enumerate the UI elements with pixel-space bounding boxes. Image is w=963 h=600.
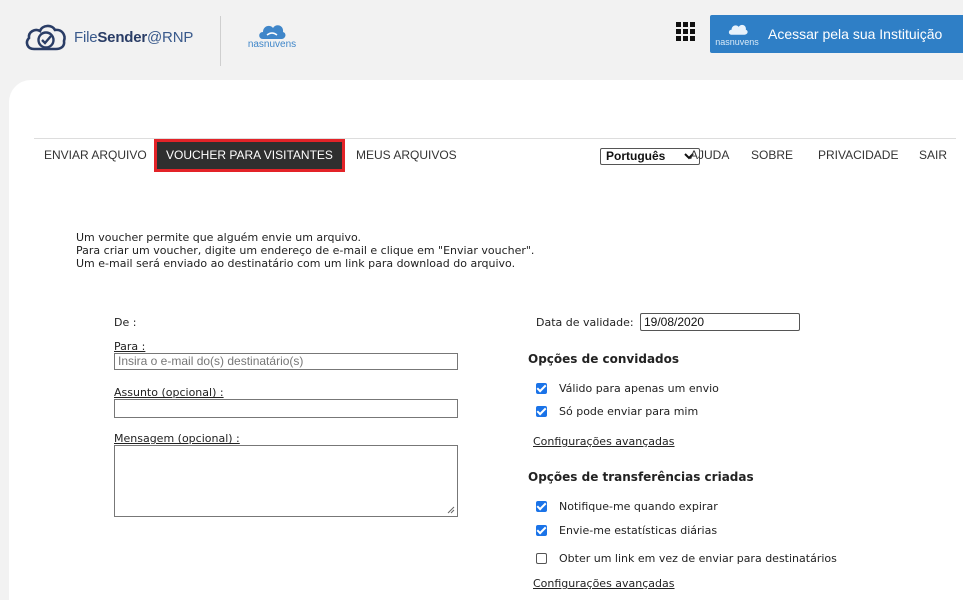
subject-input[interactable]	[114, 399, 458, 418]
transfer-option-daily-stats[interactable]: Envie-me estatísticas diárias	[536, 524, 717, 537]
intro-line: Um e-mail será enviado ao destinatário c…	[76, 257, 516, 270]
intro-text: Um voucher permite que alguém envie um a…	[76, 231, 534, 270]
nav-logout[interactable]: SAIR	[919, 139, 947, 172]
guest-options-heading: Opções de convidados	[528, 352, 680, 366]
transfer-option-notify-expiry[interactable]: Notifique-me quando expirar	[536, 500, 718, 513]
option-label: Notifique-me quando expirar	[559, 500, 718, 513]
nav-guest-voucher[interactable]: VOUCHER PARA VISITANTES	[154, 139, 345, 172]
guest-option-single-use[interactable]: Válido para apenas um envio	[536, 382, 719, 395]
main-nav: ENVIAR ARQUIVO VOUCHER PARA VISITANTES M…	[34, 138, 956, 172]
nasnuvens-cloud-icon	[259, 25, 286, 39]
checkbox-checked[interactable]	[536, 383, 547, 394]
nav-privacy[interactable]: PRIVACIDADE	[818, 139, 898, 172]
message-textarea[interactable]	[114, 445, 458, 517]
option-label: Só pode enviar para mim	[559, 405, 699, 418]
language-select-value: Português	[606, 149, 666, 163]
brand-name: FileSender@RNP	[74, 28, 194, 46]
header-divider	[220, 16, 221, 66]
to-email-input[interactable]: Insira o e-mail do(s) destinatário(s)	[114, 353, 458, 370]
institution-login-button[interactable]: nasnuvens Acessar pela sua Instituição	[710, 15, 963, 53]
nav-help[interactable]: AJUDA	[690, 139, 729, 172]
guest-option-only-me[interactable]: Só pode enviar para mim	[536, 405, 698, 418]
option-label: Envie-me estatísticas diárias	[559, 524, 718, 537]
resize-grip-icon[interactable]	[447, 506, 455, 514]
institution-login-label: Acessar pela sua Instituição	[768, 26, 943, 42]
option-label: Obter um link em vez de enviar para dest…	[559, 552, 837, 565]
nasnuvens-button-logo-text: nasnuvens	[715, 37, 759, 47]
checkbox-unchecked[interactable]	[536, 553, 547, 564]
intro-line: Um voucher permite que alguém envie um a…	[76, 231, 362, 244]
nasnuvens-cloud-icon	[728, 24, 748, 35]
to-label: Para :	[114, 340, 146, 353]
transfer-advanced-settings-link[interactable]: Configurações avançadas	[533, 577, 675, 590]
nav-my-files[interactable]: MEUS ARQUIVOS	[356, 139, 457, 172]
message-label: Mensagem (opcional) :	[114, 432, 240, 445]
checkbox-checked[interactable]	[536, 406, 547, 417]
guest-advanced-settings-link[interactable]: Configurações avançadas	[533, 435, 675, 448]
from-label: De :	[114, 316, 137, 329]
nasnuvens-button-logo: nasnuvens	[710, 15, 764, 53]
nasnuvens-logo-text: nasnuvens	[247, 39, 297, 50]
apps-grid-icon[interactable]	[676, 22, 695, 41]
nav-about[interactable]: SOBRE	[751, 139, 793, 172]
language-select[interactable]: Português	[600, 148, 700, 165]
filesender-cloud-icon	[25, 24, 66, 51]
intro-line: Para criar um voucher, digite um endereç…	[76, 244, 535, 257]
nasnuvens-logo[interactable]: nasnuvens	[240, 22, 304, 52]
filesender-logo[interactable]: FileSender@RNP	[24, 22, 193, 52]
expiry-label: Data de validade:	[536, 316, 634, 329]
checkbox-checked[interactable]	[536, 525, 547, 536]
expiry-date-input[interactable]: 19/08/2020	[640, 313, 800, 331]
transfer-option-get-link[interactable]: Obter um link em vez de enviar para dest…	[536, 552, 837, 565]
subject-label: Assunto (opcional) :	[114, 386, 224, 399]
transfer-options-heading: Opções de transferências criadas	[528, 470, 754, 484]
header: FileSender@RNP nasnuvens nasnuvens Acess…	[0, 0, 963, 80]
nav-send-file[interactable]: ENVIAR ARQUIVO	[44, 139, 147, 172]
option-label: Válido para apenas um envio	[559, 382, 719, 395]
checkbox-checked[interactable]	[536, 501, 547, 512]
